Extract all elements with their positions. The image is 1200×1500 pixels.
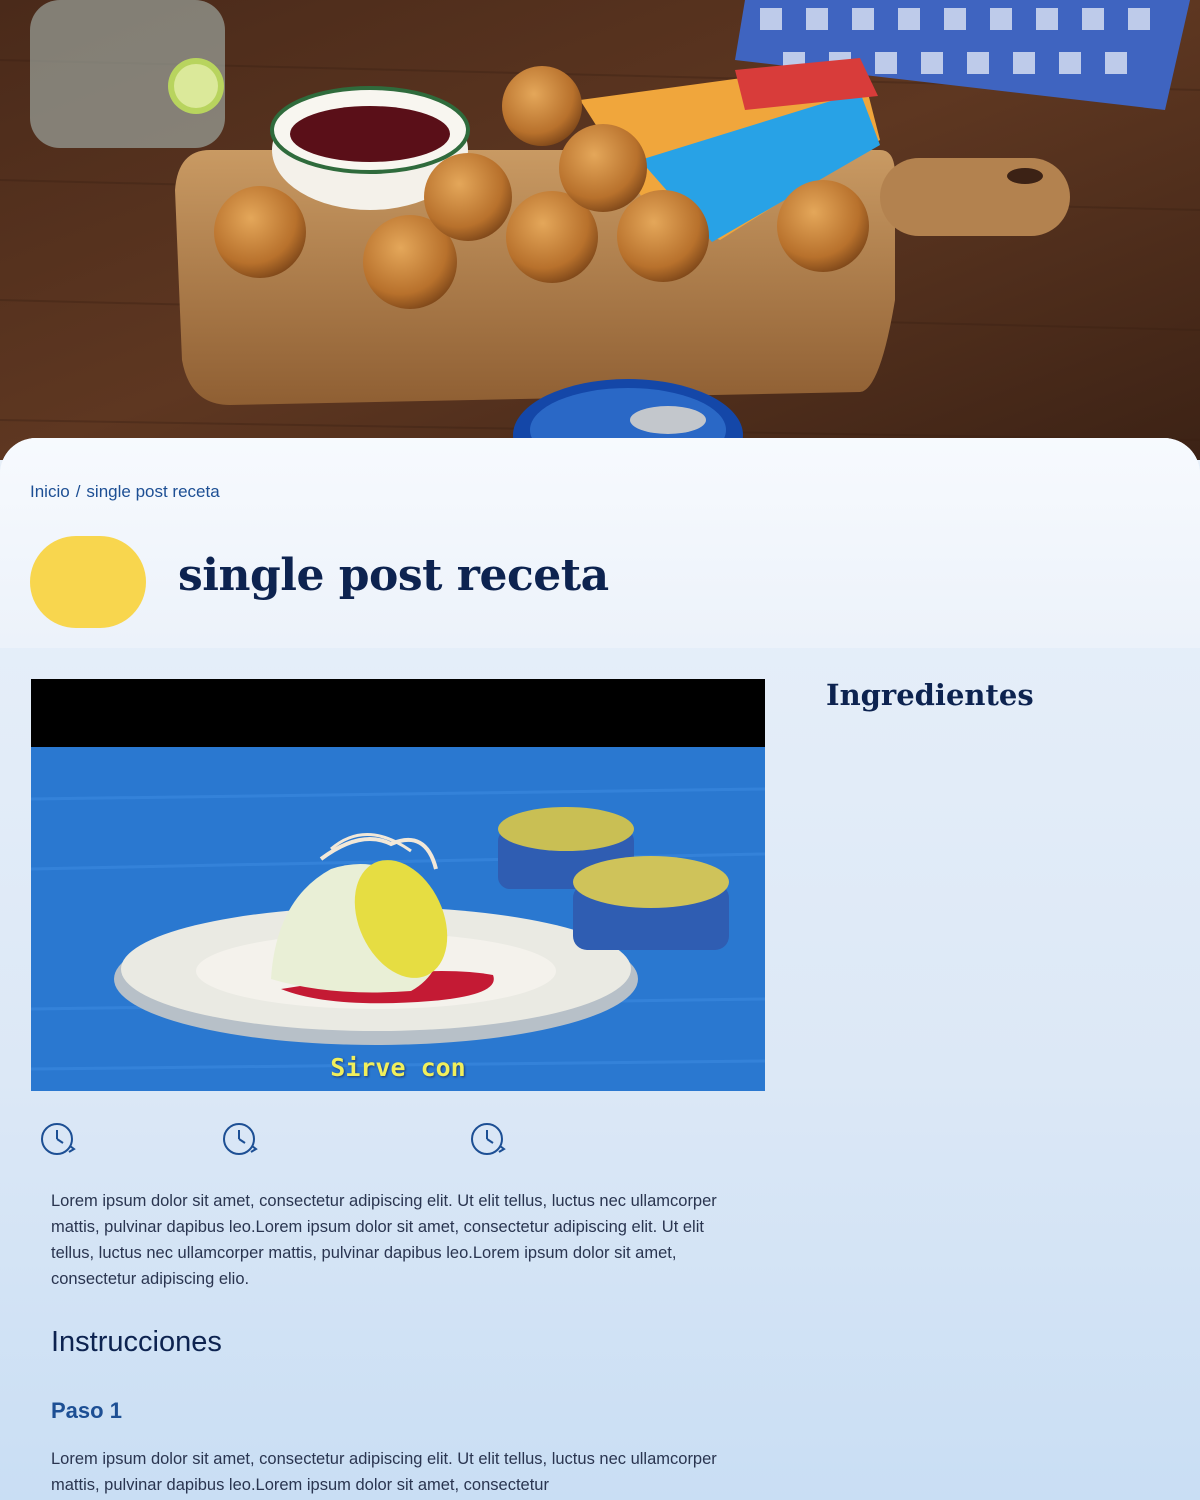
breadcrumb: Inicio / single post receta [30,482,220,502]
title-decoration-blob [30,536,146,628]
breadcrumb-separator: / [75,482,81,501]
hero-photo [0,0,1200,460]
clock-icon [222,1122,258,1158]
page-header [0,438,1200,648]
page-title: single post receta [178,550,609,601]
video-subtitle: Sirve con [330,1053,466,1082]
recipe-video[interactable]: Sirve con [31,679,765,1091]
breadcrumb-home-link[interactable]: Inicio [30,482,70,501]
clock-icon [40,1122,76,1158]
content-panel: Inicio / single post receta single post re… [0,438,1200,1500]
recipe-description: Lorem ipsum dolor sit amet, consectetur … [51,1192,717,1288]
hero-image [0,0,1200,460]
step-text: Lorem ipsum dolor sit amet, consectetur … [51,1450,717,1494]
breadcrumb-current: single post receta [86,482,220,501]
video-frame [31,679,765,1091]
instructions-title: Instrucciones [51,1326,222,1358]
ingredients-title: Ingredientes [826,678,1034,712]
step-title: Paso 1 [51,1398,122,1423]
clock-icon [470,1122,506,1158]
